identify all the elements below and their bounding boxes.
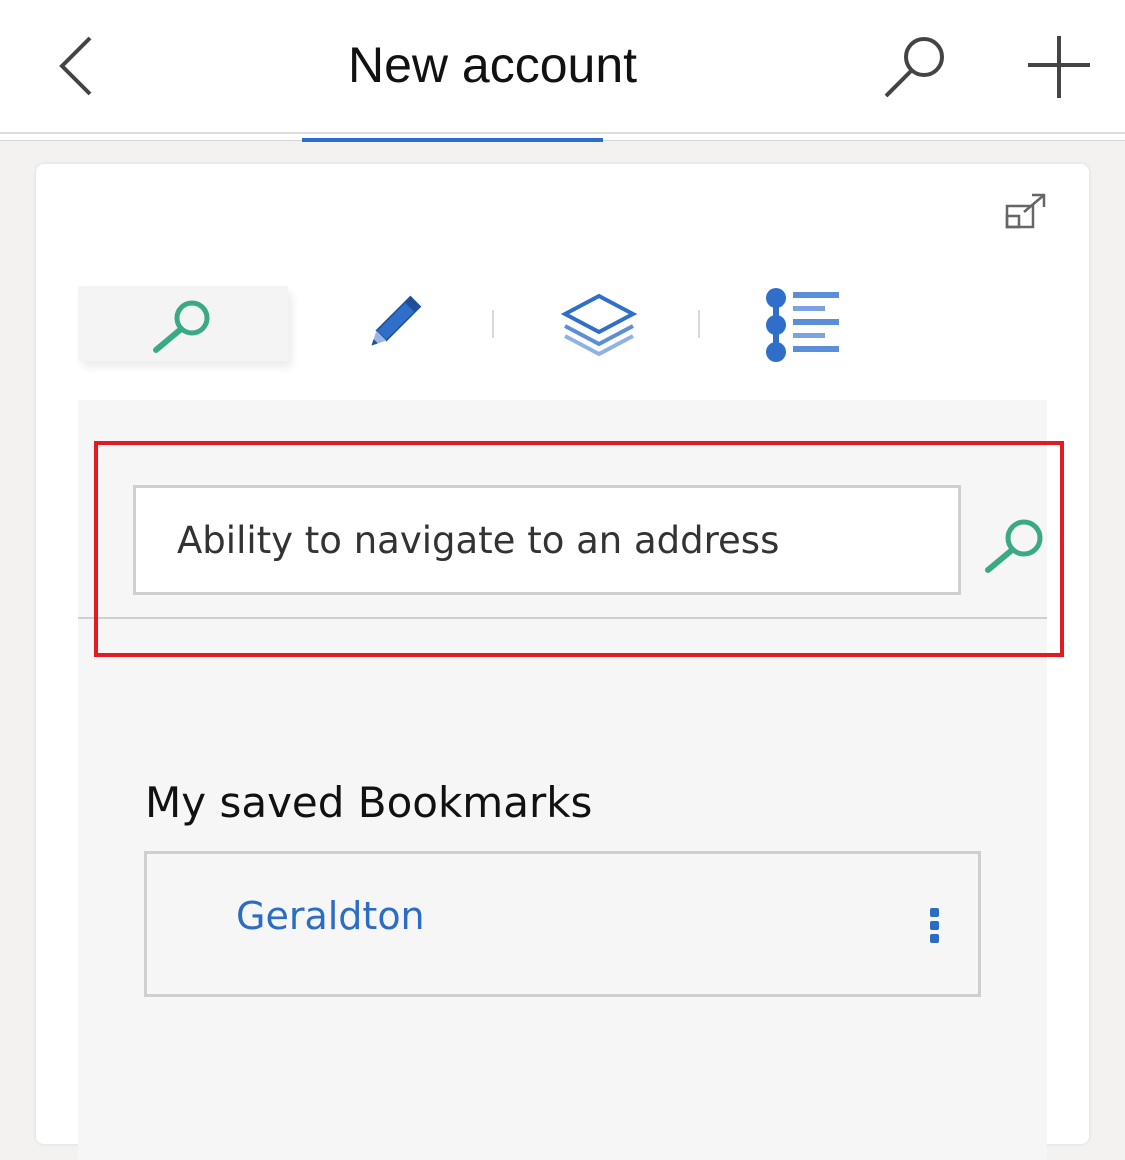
pencil-icon [371, 295, 422, 346]
more-options-icon[interactable] [929, 908, 941, 944]
search-panel: My saved Bookmarks Geraldton [78, 400, 1047, 1160]
search-icon[interactable] [880, 34, 950, 100]
active-tab-indicator [302, 138, 603, 142]
widget-toolbar [78, 286, 1047, 402]
search-submit-icon[interactable] [982, 516, 1048, 576]
page-title: New account [348, 37, 638, 93]
tool-draw[interactable] [285, 286, 495, 361]
legend-list-icon [766, 288, 839, 362]
bookmark-link[interactable]: Geraldton [236, 894, 425, 938]
tool-legend[interactable] [698, 286, 908, 362]
address-search-input[interactable] [136, 488, 958, 592]
app-header: New account [0, 0, 1125, 132]
plus-icon[interactable] [1026, 34, 1092, 100]
tool-search[interactable] [78, 286, 288, 361]
search-divider [78, 617, 1047, 619]
search-field [133, 485, 961, 595]
map-widget-card: My saved Bookmarks Geraldton [36, 164, 1089, 1160]
bookmark-item[interactable]: Geraldton [144, 851, 981, 997]
expand-icon[interactable] [1004, 192, 1048, 230]
back-chevron-icon[interactable] [52, 30, 108, 102]
magnifier-icon [153, 300, 210, 353]
layers-icon [561, 293, 637, 357]
tool-layers[interactable] [491, 286, 701, 361]
bookmarks-heading: My saved Bookmarks [145, 778, 593, 827]
